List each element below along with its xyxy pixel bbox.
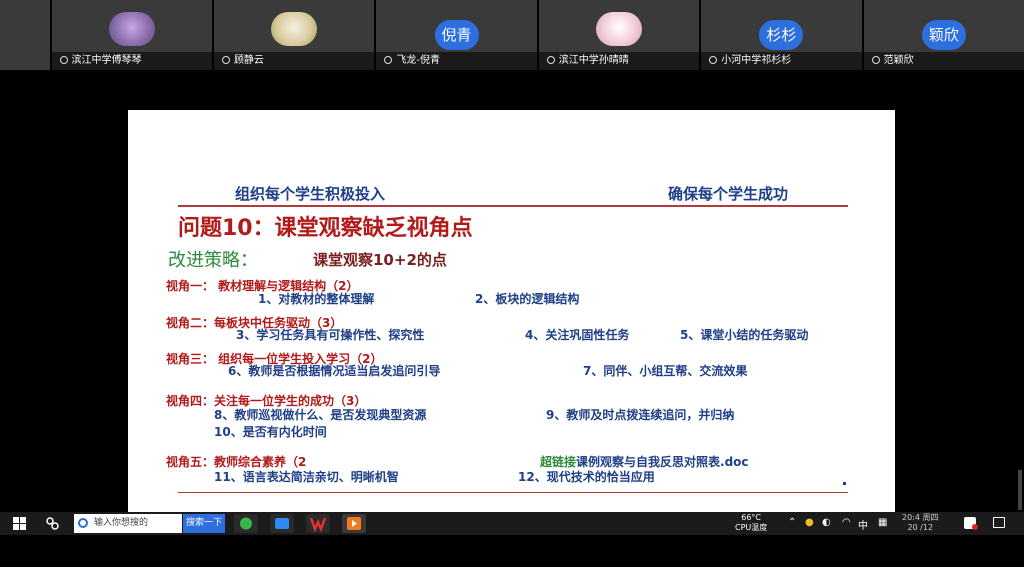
cpu-temp-value: 66°C	[741, 513, 762, 522]
item-2: 2、板块的逻辑结构	[475, 292, 580, 306]
mic-icon	[221, 56, 230, 64]
participant-photo	[595, 12, 642, 46]
task-view-icon[interactable]	[45, 516, 60, 531]
windows-start-icon[interactable]	[12, 516, 27, 531]
participant-name-bar: 范颖欣	[863, 52, 1024, 70]
item-3: 3、学习任务具有可操作性、探究性	[236, 328, 425, 342]
tray-app-icon[interactable]: ●	[805, 517, 814, 528]
strategy-text: 课堂观察10+2的点	[313, 251, 447, 269]
scrollbar[interactable]	[1018, 470, 1022, 510]
divider	[178, 205, 848, 207]
participant-name-bar: 滨江中学孙晴晴	[538, 52, 700, 70]
tray-volume-icon[interactable]: ◐	[822, 517, 831, 528]
item-5: 5、课堂小结的任务驱动	[680, 328, 809, 342]
clock-time: 20:4	[902, 513, 920, 522]
mic-icon	[546, 56, 555, 64]
mic-icon	[871, 56, 880, 64]
participant-avatar: 倪青	[434, 20, 479, 50]
participant-tile[interactable]: 颖欣 范颖欣	[863, 0, 1024, 70]
participant-name-bar: 飞龙-倪青	[376, 52, 537, 70]
ime-indicator[interactable]: 中	[858, 517, 868, 532]
participant-strip: 滨江中学傅琴琴 顾静云 倪青 飞龙-倪青 滨江中学孙晴晴 杉杉 小河中学祁杉杉 …	[0, 0, 1024, 70]
item-7: 7、同伴、小组互帮、交流效果	[583, 364, 748, 378]
participant-tile[interactable]: 滨江中学孙晴晴	[538, 0, 700, 70]
search-button[interactable]: 搜索一下	[183, 514, 225, 533]
search-input[interactable]: 输入你想搜的	[74, 514, 182, 533]
participant-avatar: 颖欣	[921, 20, 966, 50]
item-1: 1、对教材的整体理解	[258, 292, 375, 306]
strategy-label: 改进策略：	[168, 250, 258, 271]
participant-name: 小河中学祁杉杉	[721, 55, 792, 66]
bullet-dot	[843, 482, 846, 485]
participant-name-bar: 小河中学祁杉杉	[701, 52, 862, 70]
item-10: 10、是否有内化时间	[214, 425, 327, 439]
app-360-icon[interactable]	[234, 514, 258, 533]
item-12: 12、现代技术的恰当应用	[518, 470, 655, 484]
wifi-icon[interactable]: ◠	[842, 517, 851, 528]
wps-icon[interactable]	[306, 514, 330, 533]
item-9: 9、教师及时点拨连续追问，并归纳	[546, 408, 735, 422]
clock-day: 周四	[922, 513, 939, 522]
mic-icon	[384, 56, 393, 64]
slide-title: 问题10：课堂观察缺乏视角点	[178, 216, 473, 241]
divider	[178, 492, 848, 493]
app-meeting-icon[interactable]	[270, 514, 294, 533]
slogan-left: 组织每个学生积极投入	[235, 185, 386, 203]
participant-photo	[271, 12, 318, 46]
tray-chevron-icon[interactable]: ⌃	[788, 517, 796, 528]
taskbar: 输入你想搜的 搜索一下 66°C CPU温度 ⌃ ● ◐ ◠ 中 ▦ 20:4 …	[0, 512, 1024, 535]
participant-tile[interactable]: 顾静云	[213, 0, 375, 70]
participant-tile[interactable]: 杉杉 小河中学祁杉杉	[701, 0, 862, 70]
shared-slide: 组织每个学生积极投入 确保每个学生成功 问题10：课堂观察缺乏视角点 改进策略：…	[128, 110, 895, 512]
participant-tile[interactable]: 倪青 飞龙-倪青	[376, 0, 537, 70]
mic-icon	[709, 56, 718, 64]
item-11: 11、语言表达简洁亲切、明晰机智	[214, 470, 399, 484]
participant-name: 滨江中学孙晴晴	[558, 55, 629, 66]
mic-icon	[59, 56, 68, 64]
clock[interactable]: 20:4 周四 20 /12	[902, 513, 939, 533]
cpu-temp-label: CPU温度	[735, 523, 768, 532]
slogan-right: 确保每个学生成功	[668, 185, 789, 203]
participant-name-bar: 顾静云	[213, 52, 375, 70]
participant-photo	[108, 12, 155, 46]
item-6: 6、教师是否根据情况适当启发追问引导	[228, 364, 441, 378]
item-8: 8、教师巡视做什么、是否发现典型资源	[214, 408, 427, 422]
keyboard-icon[interactable]: ▦	[878, 517, 887, 528]
participant-name-bar: 滨江中学傅琴琴	[51, 52, 212, 70]
participant-tile-partial[interactable]	[0, 0, 50, 70]
participant-avatar: 杉杉	[759, 20, 804, 50]
participant-name: 范颖欣	[883, 55, 914, 66]
video-player-icon[interactable]	[342, 514, 366, 533]
hyperlink-text[interactable]: 课例观察与自我反思对照表.doc	[576, 455, 749, 469]
meeting-window: 滨江中学傅琴琴 顾静云 倪青 飞龙-倪青 滨江中学孙晴晴 杉杉 小河中学祁杉杉 …	[0, 0, 1024, 567]
participant-name: 顾静云	[233, 55, 264, 66]
search-engine-icon	[78, 518, 88, 528]
cpu-temperature[interactable]: 66°C CPU温度	[735, 513, 767, 533]
action-center-icon[interactable]	[993, 517, 1005, 528]
participant-name: 滨江中学傅琴琴	[71, 55, 142, 66]
participant-name: 飞龙-倪青	[396, 55, 440, 66]
participant-tile[interactable]: 滨江中学傅琴琴	[51, 0, 212, 70]
clock-date: 20 /12	[907, 523, 934, 532]
hyperlink-prefix: 超链接	[540, 455, 577, 469]
item-4: 4、关注巩固性任务	[525, 328, 630, 342]
notification-badge	[972, 524, 978, 530]
